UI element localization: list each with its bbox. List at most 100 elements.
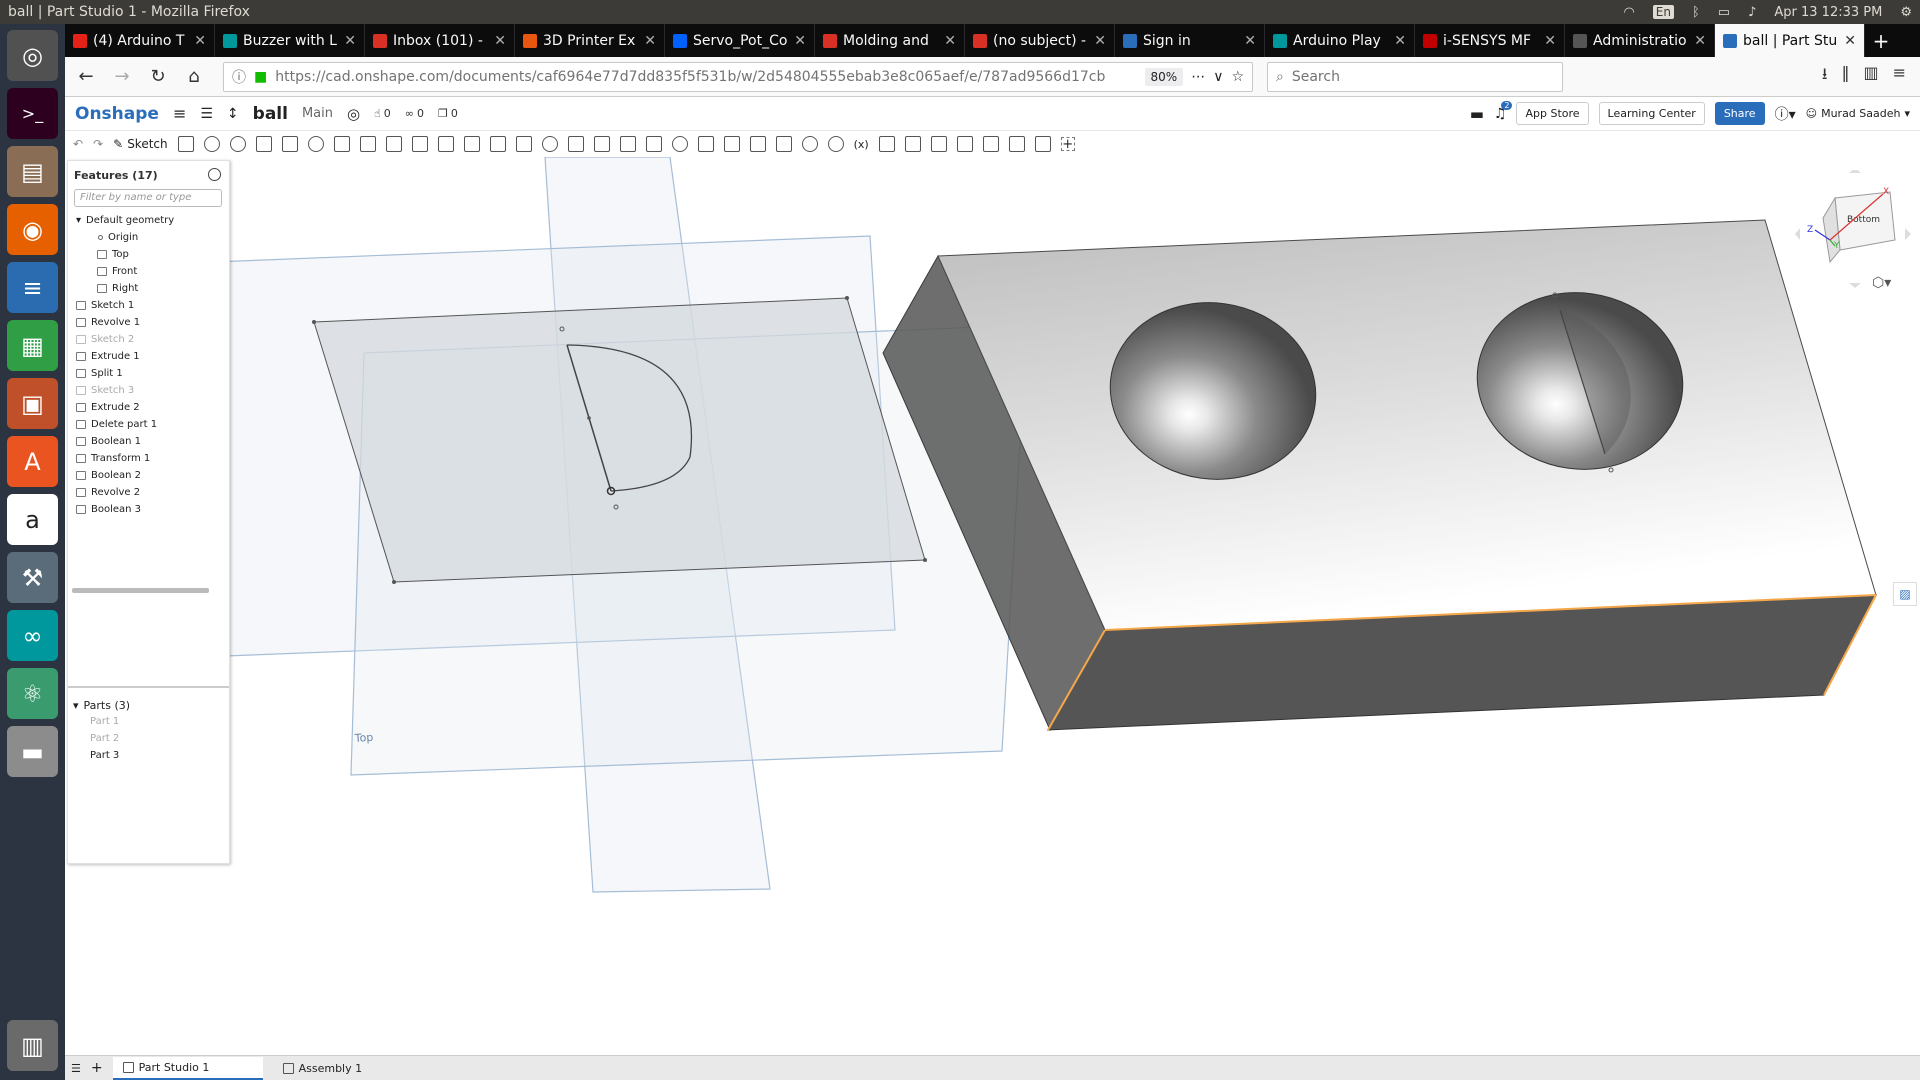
keyboard-language-indicator[interactable]: En xyxy=(1652,5,1674,19)
browser-tab[interactable]: (4) Arduino T ✕ xyxy=(65,24,215,57)
forward-icon[interactable]: → xyxy=(107,62,137,92)
sketch-point[interactable] xyxy=(923,558,927,562)
feature-group-default-geometry[interactable]: ▾ Default geometry xyxy=(76,215,174,226)
panel-divider[interactable] xyxy=(68,686,229,688)
notifications-icon[interactable]: ♫ 2 xyxy=(1494,100,1513,122)
draft-icon[interactable] xyxy=(385,136,402,152)
rollback-timer-icon[interactable] xyxy=(208,168,221,181)
sketch-plane[interactable] xyxy=(313,297,926,583)
replace-face-icon[interactable] xyxy=(697,136,714,152)
page-actions-icon[interactable]: ⋯ xyxy=(1191,69,1205,85)
view-cube-arrow-right[interactable] xyxy=(1905,228,1911,240)
view-cube-arrow-up[interactable] xyxy=(1849,168,1861,173)
likes-count[interactable]: ☝ 0 xyxy=(374,107,391,120)
finish-sheet-metal-icon[interactable] xyxy=(1034,136,1051,152)
hole-icon[interactable] xyxy=(463,136,480,152)
parts-group[interactable]: ▾ Parts (3) xyxy=(73,699,130,712)
wifi-icon[interactable]: ◠ xyxy=(1623,5,1634,20)
extrude-icon[interactable] xyxy=(177,136,194,152)
sketch-point[interactable] xyxy=(845,296,849,300)
workspace-name[interactable]: Main xyxy=(302,106,333,121)
clock[interactable]: Apr 13 12:33 PM xyxy=(1774,5,1882,20)
tab-assembly-1[interactable]: Assembly 1 xyxy=(273,1057,423,1080)
feature-list-scrollbar[interactable] xyxy=(72,588,209,593)
links-count[interactable]: ∞ 0 xyxy=(405,107,424,120)
browser-tab[interactable]: 3D Printer Ex ✕ xyxy=(515,24,665,57)
share-button[interactable]: Share xyxy=(1714,102,1765,125)
sketch-point[interactable] xyxy=(392,580,396,584)
thicken-icon[interactable] xyxy=(281,136,298,152)
url-text[interactable]: https://cad.onshape.com/documents/caf696… xyxy=(275,69,1136,85)
feature-sketch-3[interactable]: Sketch 3 xyxy=(76,385,134,396)
feature-delete-part-1[interactable]: Delete part 1 xyxy=(76,419,157,430)
document-name[interactable]: ball xyxy=(253,104,288,124)
reload-icon[interactable]: ↻ xyxy=(143,62,173,92)
writer-icon[interactable]: ≡ xyxy=(7,262,58,313)
chevron-down-icon[interactable]: ▾ xyxy=(76,215,81,226)
trash-icon[interactable]: ▥ xyxy=(7,1020,58,1071)
part-item[interactable]: Part 1 xyxy=(90,716,119,727)
download-icon[interactable]: ⭳ xyxy=(1822,63,1828,90)
block-top-face[interactable] xyxy=(937,219,1877,631)
feature-front-plane[interactable]: Front xyxy=(97,266,137,277)
learning-center-button[interactable]: Learning Center xyxy=(1598,102,1705,125)
close-icon[interactable]: ✕ xyxy=(494,33,506,49)
close-icon[interactable]: ✕ xyxy=(344,33,356,49)
amazon-icon[interactable]: a xyxy=(7,494,58,545)
zoom-level[interactable]: 80% xyxy=(1144,67,1184,86)
close-icon[interactable]: ✕ xyxy=(944,33,956,49)
add-tab-icon[interactable]: + xyxy=(91,1060,103,1076)
delete-part-icon[interactable] xyxy=(619,136,636,152)
atom-icon[interactable]: ⚛ xyxy=(7,668,58,719)
close-icon[interactable]: ✕ xyxy=(1844,33,1856,49)
copies-count[interactable]: ❐ 0 xyxy=(438,107,458,120)
helix-icon[interactable] xyxy=(801,136,818,152)
browser-tab[interactable]: i-SENSYS MF ✕ xyxy=(1415,24,1565,57)
view-cube-arrow-left[interactable] xyxy=(1795,228,1800,240)
browser-tab-active[interactable]: ball | Part Stu ✕ xyxy=(1715,24,1865,57)
split-icon[interactable] xyxy=(567,136,584,152)
settings-icon[interactable]: ⚒ xyxy=(7,552,58,603)
view-cube-arrow-down[interactable] xyxy=(1849,283,1861,288)
chevron-down-icon[interactable]: ▾ xyxy=(73,699,79,712)
software-center-icon[interactable]: A xyxy=(7,436,58,487)
close-icon[interactable]: ✕ xyxy=(794,33,806,49)
calc-icon[interactable]: ▦ xyxy=(7,320,58,371)
browser-tab[interactable]: Sign in ✕ xyxy=(1115,24,1265,57)
sweep-icon[interactable] xyxy=(229,136,246,152)
ubuntu-home-icon[interactable]: ◎ xyxy=(7,30,58,81)
browser-tab[interactable]: Servo_Pot_Co ✕ xyxy=(665,24,815,57)
loft-icon[interactable] xyxy=(255,136,272,152)
comment-icon[interactable]: ▬ xyxy=(1470,105,1484,123)
impress-icon[interactable]: ▣ xyxy=(7,378,58,429)
battery-icon[interactable]: ▭ xyxy=(1718,5,1730,20)
part-item[interactable]: Part 2 xyxy=(90,733,119,744)
feature-top-plane[interactable]: Top xyxy=(97,249,129,260)
app-store-button[interactable]: App Store xyxy=(1516,102,1589,125)
undo-icon[interactable]: ↶ xyxy=(73,137,83,151)
feature-split-1[interactable]: Split 1 xyxy=(76,368,123,379)
feature-revolve-2[interactable]: Revolve 2 xyxy=(76,487,140,498)
mirror-icon[interactable] xyxy=(515,136,532,152)
graphics-viewport[interactable]: Top xyxy=(65,156,1920,1055)
tab-manager-icon[interactable]: ☰ xyxy=(71,1062,81,1075)
view-options-icon[interactable]: ⬡▾ xyxy=(1872,275,1891,291)
pocket-icon[interactable]: ∨ xyxy=(1213,69,1223,85)
arduino-icon[interactable]: ∞ xyxy=(7,610,58,661)
view-cube[interactable]: Bottom X Z Y xyxy=(1795,168,1915,290)
close-icon[interactable]: ✕ xyxy=(644,33,656,49)
feature-right-plane[interactable]: Right xyxy=(97,283,138,294)
shell-icon[interactable] xyxy=(437,136,454,152)
feature-boolean-1[interactable]: Boolean 1 xyxy=(76,436,141,447)
variable-icon[interactable]: (x) xyxy=(854,138,869,151)
feature-sketch-2[interactable]: Sketch 2 xyxy=(76,334,134,345)
terminal-icon[interactable]: >_ xyxy=(7,88,58,139)
feature-transform-1[interactable]: Transform 1 xyxy=(76,453,150,464)
flange-icon[interactable] xyxy=(904,136,921,152)
rib-icon[interactable] xyxy=(411,136,428,152)
user-menu[interactable]: ☺ Murad Saadeh ▾ xyxy=(1806,107,1910,120)
search-input[interactable]: ⌕ Search xyxy=(1267,61,1563,92)
browser-tab[interactable]: Administratio ✕ xyxy=(1565,24,1715,57)
enclose-icon[interactable] xyxy=(307,136,324,152)
firefox-icon[interactable]: ◉ xyxy=(7,204,58,255)
